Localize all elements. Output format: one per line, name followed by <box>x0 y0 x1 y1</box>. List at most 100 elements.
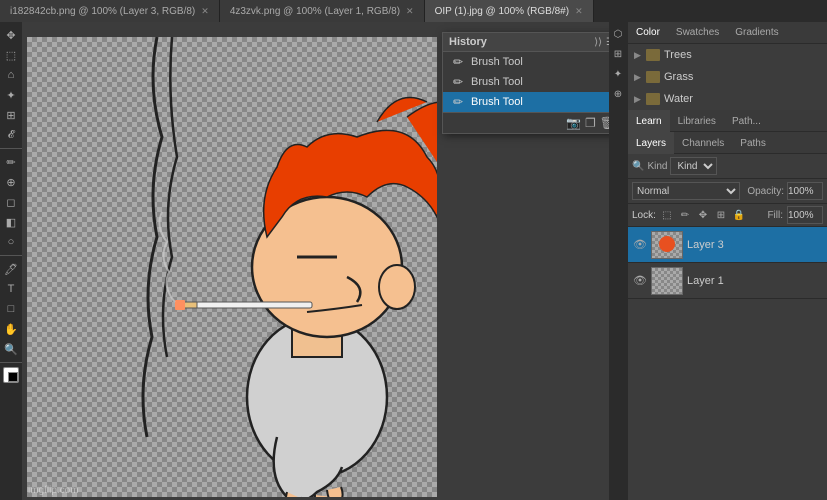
toolbar-sep-1 <box>0 148 22 149</box>
selection-tool[interactable]: ⬚ <box>2 46 20 64</box>
lock-all-icon[interactable]: 🔒 <box>732 208 746 222</box>
gradients-tab[interactable]: Gradients <box>727 22 786 44</box>
crop-tool[interactable]: ⊞ <box>2 106 20 124</box>
toolbar-sep-2 <box>0 255 22 256</box>
brush-tool[interactable]: ✏ <box>2 153 20 171</box>
toolbar-sep-3 <box>0 362 22 363</box>
magic-wand-tool[interactable]: ✦ <box>2 86 20 104</box>
zoom-tool[interactable]: 🔍 <box>2 340 20 358</box>
layer3-visibility-icon[interactable]: 👁 <box>632 237 648 253</box>
tab-1-label: i182842cb.png @ 100% (Layer 3, RGB/8) <box>10 6 195 17</box>
lock-move-icon[interactable]: ✥ <box>696 208 710 222</box>
layer-group-trees[interactable]: ▶ Trees <box>628 44 827 66</box>
eraser-tool[interactable]: ◻ <box>2 193 20 211</box>
pen-tool[interactable]: 🖊 <box>2 260 20 278</box>
right-icon-column: ⬡ ⊞ ✦ ⊕ <box>609 22 627 500</box>
clone-tool[interactable]: ⊕ <box>2 173 20 191</box>
tab-3[interactable]: OIP (1).jpg @ 100% (RGB/8#) ✕ <box>425 0 594 22</box>
grass-arrow: ▶ <box>634 72 644 83</box>
libraries-tab[interactable]: Libraries <box>670 110 724 132</box>
right-icon-1[interactable]: ⬡ <box>610 26 626 42</box>
layer1-visibility-icon[interactable]: 👁 <box>632 273 648 289</box>
water-folder-icon <box>646 93 660 105</box>
history-item-label-1: Brush Tool <box>471 76 523 88</box>
layer-row-layer3[interactable]: 👁 Layer 3 <box>628 227 827 263</box>
layer3-thumb <box>651 231 683 259</box>
blend-mode-select[interactable]: Normal <box>632 182 740 200</box>
history-snapshot-icon[interactable]: 📷 <box>566 116 581 130</box>
lock-row: Lock: ⬚ ✏ ✥ ⊞ 🔒 Fill: <box>628 204 827 227</box>
tab-2[interactable]: 4z3zvk.png @ 100% (Layer 1, RGB/8) ✕ <box>220 0 425 22</box>
watermark: imgflip.com <box>28 485 79 496</box>
kind-select[interactable]: Kind <box>670 157 717 175</box>
water-label: Water <box>664 93 693 105</box>
move-tool[interactable]: ✥ <box>2 26 20 44</box>
left-toolbar: ✥ ⬚ ⌂ ✦ ⊞ 𝓔 ✏ ⊕ ◻ ◧ ○ 🖊 T □ ✋ 🔍 <box>0 22 22 500</box>
layers-tab[interactable]: Layers <box>628 132 674 154</box>
channels-tab[interactable]: Channels <box>674 132 732 154</box>
fill-label: Fill: <box>767 210 783 221</box>
water-arrow: ▶ <box>634 94 644 105</box>
trees-label: Trees <box>664 49 692 61</box>
dodge-tool[interactable]: ○ <box>2 233 20 251</box>
gradient-tool[interactable]: ◧ <box>2 213 20 231</box>
bottom-tabs-bar: Learn Libraries Path... <box>628 110 827 132</box>
history-item-label-2: Brush Tool <box>471 96 523 108</box>
opacity-input[interactable] <box>787 182 823 200</box>
fill-input[interactable] <box>787 206 823 224</box>
history-item-2[interactable]: ✏ Brush Tool <box>443 92 609 112</box>
right-icon-3[interactable]: ✦ <box>610 66 626 82</box>
paths-tab[interactable]: Paths <box>732 132 774 154</box>
layers-toolbar: 🔍 Kind Kind <box>628 154 827 179</box>
brush-icon-1: ✏ <box>451 75 465 89</box>
lock-brush-icon[interactable]: ✏ <box>678 208 692 222</box>
right-icon-4[interactable]: ⊕ <box>610 86 626 102</box>
canvas-svg <box>27 37 437 497</box>
grass-label: Grass <box>664 71 693 83</box>
tab-1-close[interactable]: ✕ <box>201 6 209 17</box>
layer-row-layer1[interactable]: 👁 Layer 1 <box>628 263 827 299</box>
brush-icon-0: ✏ <box>451 55 465 69</box>
lock-artboard-icon[interactable]: ⊞ <box>714 208 728 222</box>
history-items-list: ✏ Brush Tool ✏ Brush Tool ✏ Brush Tool <box>443 52 609 112</box>
color-tab[interactable]: Color <box>628 22 668 44</box>
opacity-label: Opacity: <box>747 186 784 197</box>
history-controls: ⟩⟩ ☰ <box>594 37 609 48</box>
tab-bar: i182842cb.png @ 100% (Layer 3, RGB/8) ✕ … <box>0 0 827 22</box>
hand-tool[interactable]: ✋ <box>2 320 20 338</box>
tab-3-close[interactable]: ✕ <box>575 6 583 17</box>
right-icon-2[interactable]: ⊞ <box>610 46 626 62</box>
history-expand-icon[interactable]: ⟩⟩ <box>594 37 602 48</box>
history-item-label-0: Brush Tool <box>471 56 523 68</box>
tab-2-label: 4z3zvk.png @ 100% (Layer 1, RGB/8) <box>230 6 400 17</box>
history-item-1[interactable]: ✏ Brush Tool <box>443 72 609 92</box>
layer-group-grass[interactable]: ▶ Grass <box>628 66 827 88</box>
search-icon: 🔍 <box>632 161 644 172</box>
tab-2-close[interactable]: ✕ <box>406 6 414 17</box>
lock-transparent-icon[interactable]: ⬚ <box>660 208 674 222</box>
lasso-tool[interactable]: ⌂ <box>2 66 20 84</box>
history-item-0[interactable]: ✏ Brush Tool <box>443 52 609 72</box>
eyedropper-tool[interactable]: 𝓔 <box>2 126 20 144</box>
layer-group-water[interactable]: ▶ Water <box>628 88 827 110</box>
shape-tool[interactable]: □ <box>2 300 20 318</box>
canvas-area: History ⟩⟩ ☰ ✏ Brush Tool ✏ Brush Tool ✏… <box>22 22 609 500</box>
blend-mode-toolbar: Normal Opacity: <box>628 179 827 204</box>
history-panel: History ⟩⟩ ☰ ✏ Brush Tool ✏ Brush Tool ✏… <box>442 32 609 134</box>
history-trash-icon[interactable]: 🗑 <box>600 116 609 130</box>
path-tab[interactable]: Path... <box>724 110 769 132</box>
trees-folder-icon <box>646 49 660 61</box>
layers-panel: 🔍 Kind Kind Normal Opacity: Lock: ⬚ ✏ <box>628 154 827 500</box>
history-footer: 📷 ❐ 🗑 <box>443 112 609 133</box>
history-menu-icon[interactable]: ☰ <box>606 37 609 48</box>
layer1-thumb <box>651 267 683 295</box>
learn-tab[interactable]: Learn <box>628 110 670 132</box>
swatches-tab[interactable]: Swatches <box>668 22 727 44</box>
foreground-color[interactable] <box>3 367 19 383</box>
lock-label: Lock: <box>632 210 656 221</box>
tab-1[interactable]: i182842cb.png @ 100% (Layer 3, RGB/8) ✕ <box>0 0 220 22</box>
history-copy-icon[interactable]: ❐ <box>585 116 596 130</box>
history-header: History ⟩⟩ ☰ <box>443 33 609 52</box>
history-title: History <box>449 36 487 48</box>
text-tool[interactable]: T <box>2 280 20 298</box>
